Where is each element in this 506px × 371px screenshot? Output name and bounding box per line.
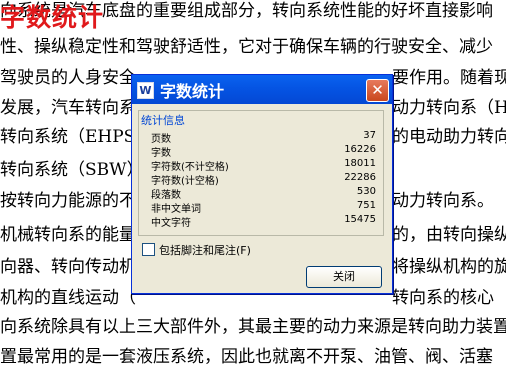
doc-line: 机构的直线运动（ — [0, 288, 136, 308]
stat-label: 非中文单词 — [151, 204, 201, 215]
stat-row-paragraphs: 段落数 530 — [151, 186, 376, 201]
doc-line: 按转向力能源的不 — [0, 191, 136, 211]
word-count-dialog: W 字数统计 ✕ 统计信息 页数 37 字数 16226 字符数(不计空格) 1… — [131, 74, 393, 294]
dialog-titlebar[interactable]: W 字数统计 ✕ — [132, 75, 392, 104]
group-label: 统计信息 — [141, 114, 185, 127]
doc-line-fragment: 动力转向系。 — [392, 191, 494, 211]
doc-line-fragment: 将操纵机构的旋 — [392, 257, 506, 277]
doc-line-fragment: 的电动助力转向 — [392, 127, 506, 147]
stat-row-words: 字数 16226 — [151, 144, 376, 159]
stat-label: 中文字符 — [151, 218, 191, 229]
doc-line-fragment: 的，由转向操纵 — [392, 225, 506, 245]
stat-row-chars-with-spaces: 字符数(计空格) 22286 — [151, 172, 376, 187]
overlay-title: 字数统计 — [0, 3, 105, 32]
word-app-icon: W — [137, 82, 154, 99]
doc-line: 向器、转向传动机 — [0, 257, 136, 277]
stats-group: 统计信息 页数 37 字数 16226 字符数(不计空格) 18011 字符数(… — [138, 110, 384, 236]
stat-value: 37 — [363, 130, 376, 141]
include-footnotes-label[interactable]: 包括脚注和尾注(F) — [159, 242, 251, 258]
doc-line: 性、操纵稳定性和驾驶舒适性，它对于确保车辆的行驶安全、减少 — [0, 37, 493, 57]
doc-line: 发展，汽车转向系 — [0, 98, 136, 118]
dialog-title: 字数统计 — [160, 82, 225, 101]
stat-row-pages: 页数 37 — [151, 130, 376, 145]
stat-label: 页数 — [151, 134, 171, 145]
stat-row-chinese-chars: 中文字符 15475 — [151, 214, 376, 229]
stat-label: 段落数 — [151, 190, 181, 201]
doc-line: 转向系统（SBW） — [0, 160, 144, 180]
doc-line: 转向系统（EHPS） — [0, 127, 153, 147]
stat-row-chars-no-spaces: 字符数(不计空格) 18011 — [151, 158, 376, 173]
doc-line-fragment: 动力转向系（HP — [392, 98, 506, 118]
doc-line: 向系统除具有以上三大部件外，其最主要的动力来源是转向助力装置 — [0, 317, 506, 337]
close-button[interactable]: 关闭 — [306, 266, 382, 288]
stat-value: 18011 — [344, 158, 376, 169]
doc-line: 机械转向系的能量 — [0, 225, 136, 245]
stat-value: 15475 — [344, 214, 376, 225]
stat-label: 字数 — [151, 148, 171, 159]
include-footnotes-checkbox[interactable] — [142, 243, 155, 256]
stat-value: 751 — [356, 200, 376, 211]
doc-line: 驾驶员的人身安全 — [0, 68, 136, 88]
doc-line: 置最常用的是一套液压系统，因此也就离不开泵、油管、阀、活塞 — [0, 347, 493, 367]
stat-label: 字符数(计空格) — [151, 176, 219, 187]
close-icon[interactable]: ✕ — [366, 79, 389, 102]
stat-value: 530 — [356, 186, 376, 197]
doc-line-fragment: 转向系的核心 — [392, 288, 494, 308]
stat-value: 22286 — [344, 172, 376, 183]
stat-label: 字符数(不计空格) — [151, 162, 229, 173]
stat-row-non-chinese-words: 非中文单词 751 — [151, 200, 376, 215]
stat-value: 16226 — [344, 144, 376, 155]
doc-line-fragment: 要作用。随着现 — [392, 68, 506, 88]
